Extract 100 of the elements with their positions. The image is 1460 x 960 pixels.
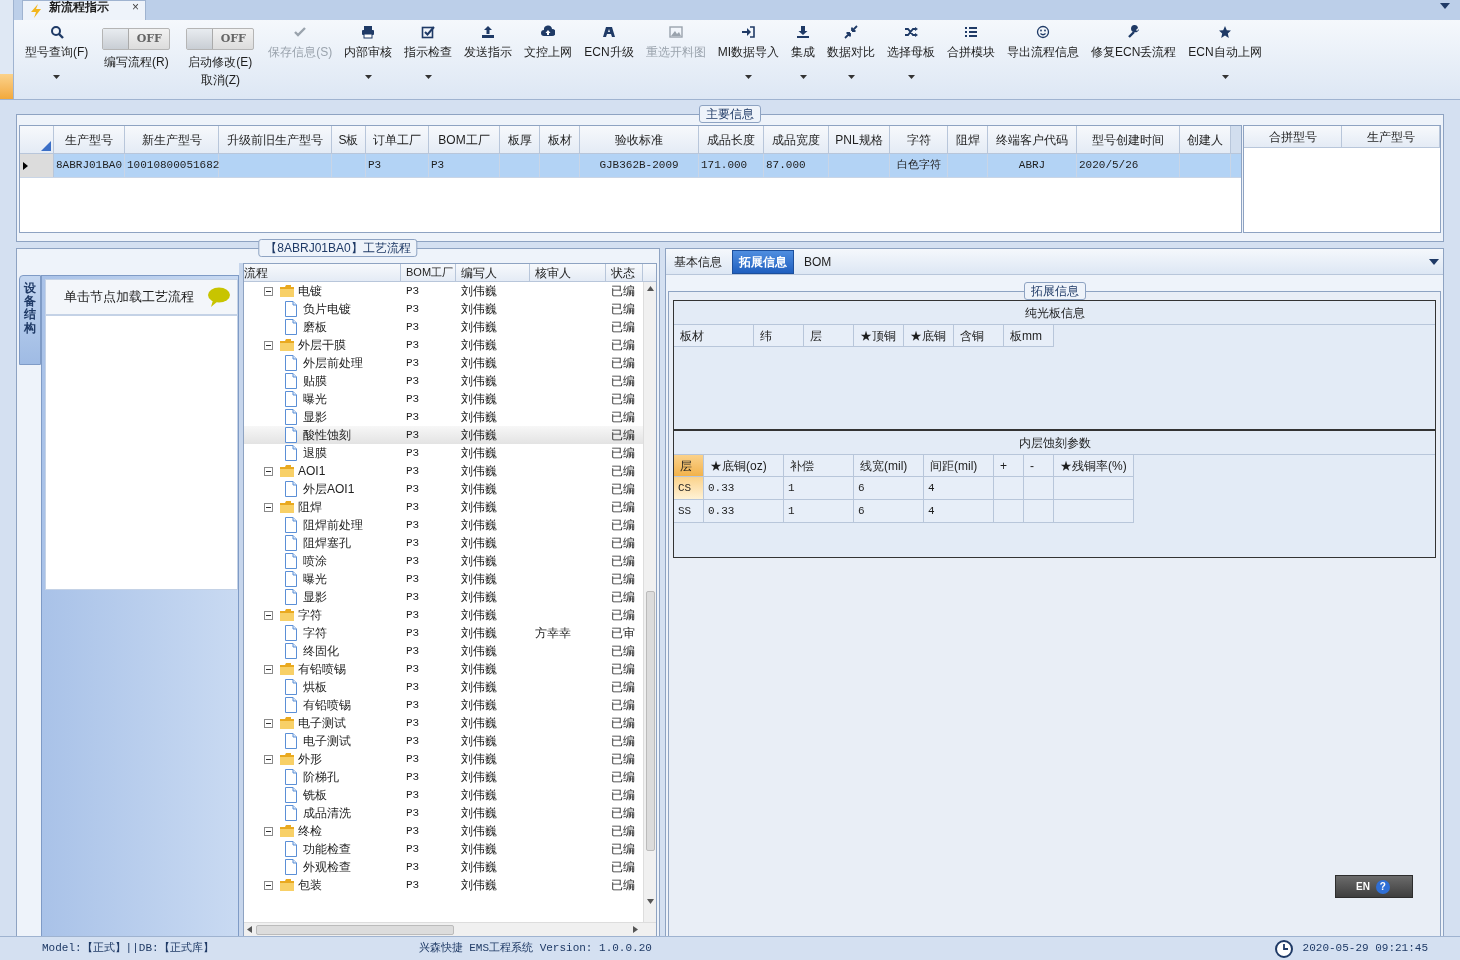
tree-row[interactable]: 阻焊塞孔 P3 刘伟巍 已编 (244, 534, 643, 552)
scrollbar[interactable] (643, 282, 656, 922)
scrollbar[interactable] (244, 922, 656, 936)
toolbar-button[interactable]: ECN自动上网 (1183, 23, 1267, 95)
tree-row[interactable]: 包装 P3 刘伟巍 已编 (244, 876, 643, 894)
column-header[interactable]: - (1024, 455, 1054, 477)
column-header[interactable]: 成品宽度 (764, 126, 829, 153)
toolbar-button[interactable]: 修复ECN丢流程 (1086, 23, 1182, 95)
ime-toolbar[interactable]: EN ? (1335, 875, 1413, 898)
tree-row[interactable]: 有铅喷锡 P3 刘伟巍 已编 (244, 660, 643, 678)
column-header[interactable]: 生产型号 (1342, 126, 1440, 147)
tree-row[interactable]: 退膜 P3 刘伟巍 已编 (244, 444, 643, 462)
tree-row[interactable]: 曝光 P3 刘伟巍 已编 (244, 570, 643, 588)
column-header[interactable]: BOM工厂 (429, 126, 500, 153)
column-header[interactable]: 状态 (606, 264, 643, 281)
column-header[interactable]: 验收标准 (580, 126, 699, 153)
toolbar-button[interactable]: 指示检查 (399, 23, 458, 95)
tree-row[interactable]: 电子测试 P3 刘伟巍 已编 (244, 732, 643, 750)
tree-row[interactable]: 有铅喷锡 P3 刘伟巍 已编 (244, 696, 643, 714)
toolbar-button[interactable]: 型号查询(F) (20, 23, 94, 95)
column-header[interactable]: ★底铜(oz) (704, 455, 784, 477)
column-header[interactable]: 板厚 (500, 126, 540, 153)
tree-row[interactable]: 外形 P3 刘伟巍 已编 (244, 750, 643, 768)
toolbar-button[interactable]: 内部审核 (339, 23, 398, 95)
tab[interactable]: BOM (798, 250, 838, 274)
column-header[interactable]: 升级前旧生产型号 (219, 126, 332, 153)
tree-row[interactable]: 烘板 P3 刘伟巍 已编 (244, 678, 643, 696)
column-header[interactable]: S板 (332, 126, 366, 153)
column-header[interactable]: + (994, 455, 1024, 477)
tree-row[interactable]: AOI1 P3 刘伟巍 已编 (244, 462, 643, 480)
table-cell[interactable]: CS (674, 477, 704, 500)
row-header[interactable] (20, 154, 54, 177)
column-header[interactable]: BOM工厂 (401, 264, 456, 281)
tree-row[interactable]: 酸性蚀刻 P3 刘伟巍 已编 (244, 426, 643, 444)
tree-row[interactable]: 负片电镀 P3 刘伟巍 已编 (244, 300, 643, 318)
tree-row[interactable]: 磨板 P3 刘伟巍 已编 (244, 318, 643, 336)
toggle-switch[interactable]: OFF (186, 28, 255, 50)
column-header[interactable]: 纬 (754, 325, 804, 347)
toolbar-button[interactable]: 选择母板 (882, 23, 940, 95)
tree-row[interactable]: 终固化 P3 刘伟巍 已编 (244, 642, 643, 660)
tree-row[interactable]: 终检 P3 刘伟巍 已编 (244, 822, 643, 840)
column-header[interactable]: 编写人 (456, 264, 530, 281)
tree-row[interactable]: 功能检查 P3 刘伟巍 已编 (244, 840, 643, 858)
column-header[interactable]: 板材 (674, 325, 754, 347)
column-header[interactable]: 层 (804, 325, 854, 347)
document-tab[interactable]: 新流程指示 × (22, 0, 146, 20)
tree-row[interactable]: 铣板 P3 刘伟巍 已编 (244, 786, 643, 804)
close-button[interactable]: × (132, 0, 139, 16)
tree-row[interactable]: 阻焊 P3 刘伟巍 已编 (244, 498, 643, 516)
column-header[interactable]: ★残铜率(%) (1054, 455, 1134, 477)
column-header[interactable]: 合拼型号 (1244, 126, 1342, 147)
tree-row[interactable]: 喷涂 P3 刘伟巍 已编 (244, 552, 643, 570)
toolbar-button[interactable]: MI数据导入 (712, 23, 784, 95)
tree-row[interactable]: 外层AOI1 P3 刘伟巍 已编 (244, 480, 643, 498)
column-header[interactable]: 补偿 (784, 455, 854, 477)
table-cell[interactable]: SS (674, 500, 704, 523)
toolbar-button[interactable]: 文控上网 (519, 23, 578, 95)
toolbar-button[interactable]: 导出流程信息 (1002, 23, 1084, 95)
scroll-thumb[interactable] (256, 924, 454, 935)
column-header[interactable]: 字符 (890, 126, 948, 153)
side-tab[interactable]: 设备结构 (19, 275, 41, 365)
column-header[interactable]: 板mm (1004, 325, 1054, 347)
tree-row[interactable]: 贴膜 P3 刘伟巍 已编 (244, 372, 643, 390)
column-header[interactable]: 成品长度 (699, 126, 764, 153)
toolbar-button[interactable]: ECN升级 (579, 23, 639, 95)
tree-row[interactable]: 成品清洗 P3 刘伟巍 已编 (244, 804, 643, 822)
toolbar-button[interactable]: 合拼模块 (942, 23, 1000, 95)
column-header[interactable]: PNL规格 (829, 126, 890, 153)
tree-row[interactable]: 电子测试 P3 刘伟巍 已编 (244, 714, 643, 732)
column-header[interactable]: 新生产型号 (125, 126, 219, 153)
tree-row[interactable]: 外层前处理 P3 刘伟巍 已编 (244, 354, 643, 372)
column-header[interactable]: 含铜 (954, 325, 1004, 347)
tree-row[interactable]: 显影 P3 刘伟巍 已编 (244, 408, 643, 426)
tree-row[interactable]: 阶梯孔 P3 刘伟巍 已编 (244, 768, 643, 786)
tree-row[interactable]: 阻焊前处理 P3 刘伟巍 已编 (244, 516, 643, 534)
table-row[interactable]: 8ABRJ01BA0 10010800051682 P3 P3 GJB362B-2009 171.000 87.000 白色字符 ABRJ 2020/5/26 (20, 154, 1241, 178)
column-header[interactable]: 板材 (540, 126, 580, 153)
column-header[interactable]: 终端客户代码 (988, 126, 1077, 153)
toggle-switch[interactable]: OFF (102, 28, 171, 50)
column-header[interactable]: ★底铜 (904, 325, 954, 347)
tree-row[interactable]: 字符 P3 刘伟巍 已编 (244, 606, 643, 624)
tree-row[interactable]: 外层干膜 P3 刘伟巍 已编 (244, 336, 643, 354)
tab[interactable]: 基本信息 (668, 250, 728, 274)
column-header[interactable]: 核审人 (530, 264, 606, 281)
side-item[interactable]: 单击节点加载工艺流程 (45, 279, 238, 315)
tree-row[interactable]: 字符 P3 刘伟巍 方幸幸 已审 (244, 624, 643, 642)
toolbar-button[interactable]: 集成 (786, 23, 820, 95)
column-header[interactable]: 层 (674, 455, 704, 477)
help-button[interactable]: ? (1375, 879, 1390, 894)
tab[interactable]: 拓展信息 (732, 250, 794, 274)
tree-row[interactable]: 曝光 P3 刘伟巍 已编 (244, 390, 643, 408)
scroll-thumb[interactable] (645, 591, 655, 851)
column-header[interactable]: 间距(mil) (924, 455, 994, 477)
column-header[interactable]: ★顶铜 (854, 325, 904, 347)
column-header[interactable]: 流程 (244, 264, 401, 281)
toolbar-button[interactable]: 发送指示 (459, 23, 518, 95)
tree-row[interactable]: 外观检查 P3 刘伟巍 已编 (244, 858, 643, 876)
column-header[interactable]: 型号创建时间 (1077, 126, 1180, 153)
tree-row[interactable]: 显影 P3 刘伟巍 已编 (244, 588, 643, 606)
column-header[interactable]: 订单工厂 (366, 126, 429, 153)
